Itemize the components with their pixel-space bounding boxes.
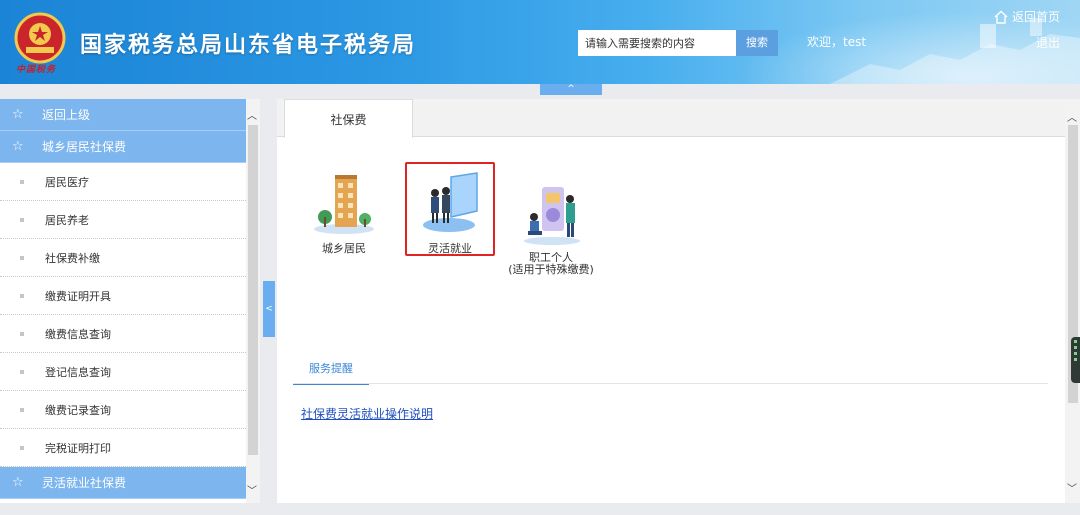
main-panel: 社保费 城乡居民 灵活就业 职工个人 (适用于特殊缴费) 服务提醒 社保费灵活就… [277,99,1065,503]
sidebar-group-label: 灵活就业社保费 [42,476,127,490]
bullet-icon [20,407,24,412]
tab-service-reminder[interactable]: 服务提醒 [293,355,369,385]
service-label: 灵活就业 [428,242,472,255]
bullet-icon [20,369,24,374]
scroll-thumb[interactable] [248,125,258,455]
sidebar-item[interactable]: 缴费记录查询 [0,391,246,429]
tax-emblem-icon [14,12,66,64]
sidebar-back[interactable]: ☆ 返回上级 [0,99,246,131]
scroll-down-icon[interactable]: ﹀ [1067,480,1077,495]
bullet-icon [20,445,24,450]
logout-link[interactable]: 退出 [1036,34,1060,51]
sidebar-item-label: 完税证明打印 [45,441,111,455]
operation-guide-link[interactable]: 社保费灵活就业操作说明 [301,405,433,422]
employee-individual-icon [524,187,580,245]
flexible-employment-icon [423,172,478,232]
star-icon: ☆ [12,139,24,154]
seal-script-logo: 中国税务 [16,65,57,75]
scroll-down-icon[interactable]: ﹀ [247,482,257,497]
bullet-icon [20,179,24,184]
sidebar-item[interactable]: 社保费补缴 [0,239,246,277]
home-link[interactable]: 返回首页 [994,8,1060,25]
sidebar-item-label: 缴费记录查询 [45,403,111,417]
floating-side-widget[interactable] [1071,337,1080,383]
bullet-icon [20,255,24,260]
star-icon: ☆ [12,475,24,490]
sidebar-item[interactable]: 完税证明打印 [0,429,246,467]
service-flexible-employment[interactable]: 灵活就业 [405,162,495,256]
search-button[interactable]: 搜索 [736,30,778,56]
sidebar-group-urban-rural[interactable]: ☆ 城乡居民社保费 [0,131,246,163]
bullet-icon [20,293,24,298]
sidebar: ☆ 返回上级 ☆ 城乡居民社保费 居民医疗 居民养老 社保费补缴 缴费证明开具 … [0,99,246,503]
tab-bar: 社保费 [277,99,1065,138]
home-link-label: 返回首页 [1011,10,1060,24]
sidebar-item[interactable]: 缴费信息查询 [0,315,246,353]
apartment-building-icon [314,175,374,234]
service-label: 城乡居民 [322,242,366,255]
sidebar-back-label: 返回上级 [42,108,91,122]
sidebar-item-label: 缴费证明开具 [45,289,111,303]
sidebar-item[interactable]: 登记信息查询 [0,353,246,391]
service-urban-rural[interactable]: 城乡居民 [299,171,389,256]
sidebar-item-label: 缴费信息查询 [45,327,111,341]
sidebar-collapse-toggle[interactable]: < [263,281,275,337]
sidebar-item[interactable]: 缴费证明开具 [0,277,246,315]
main-scrollbar[interactable]: ︿ ﹀ [1065,99,1080,503]
scroll-up-icon[interactable]: ︿ [247,107,257,122]
service-employee-individual[interactable]: 职工个人 (适用于特殊缴费) [506,171,596,288]
footer-band [0,503,1080,515]
sidebar-group-flexible[interactable]: ☆ 灵活就业社保费 [0,467,246,499]
sidebar-item[interactable]: 居民医疗 [0,163,246,201]
collapse-header-toggle[interactable]: ^ [540,84,602,95]
home-icon [994,10,1008,24]
sidebar-item-label: 社保费补缴 [45,251,100,265]
sidebar-item-label: 登记信息查询 [45,365,111,379]
site-title: 国家税务总局山东省电子税务局 [80,33,417,58]
welcome-text: 欢迎，test [807,35,867,49]
bullet-icon [20,331,24,336]
star-icon: ☆ [12,107,24,122]
search-input[interactable] [578,30,736,56]
tab-social-insurance[interactable]: 社保费 [284,99,413,138]
sidebar-item-label: 居民医疗 [45,175,89,189]
sidebar-item[interactable]: 居民养老 [0,201,246,239]
sidebar-scrollbar[interactable]: ︿ ﹀ [246,99,260,503]
bullet-icon [20,217,24,222]
divider [293,383,1048,384]
sidebar-item-label: 居民养老 [45,213,89,227]
service-label: 职工个人 (适用于特殊缴费) [508,251,594,276]
top-banner: 中国税务 国家税务总局山东省电子税务局 搜索 欢迎，test 返回首页 退出 [0,0,1080,84]
sidebar-group-label: 城乡居民社保费 [42,140,127,154]
scroll-up-icon[interactable]: ︿ [1067,109,1077,124]
